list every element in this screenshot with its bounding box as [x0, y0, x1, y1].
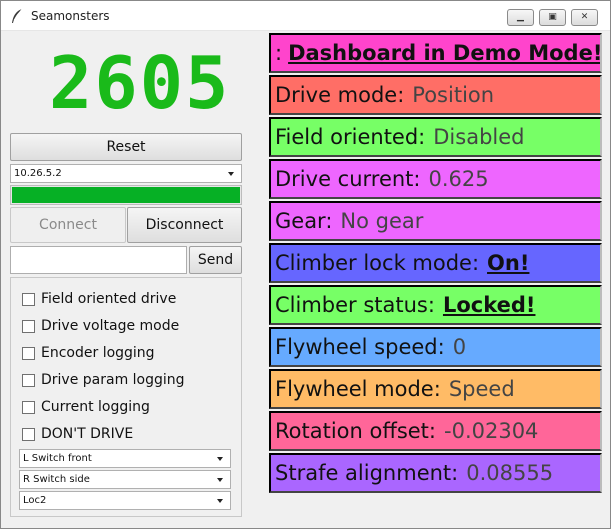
window-title: Seamonsters — [31, 9, 110, 23]
status-row-climber-status: Climber status: Locked! — [269, 285, 602, 325]
status-row-flywheel-mode: Flywheel mode: Speed — [269, 369, 602, 409]
status-label: Drive mode: — [275, 83, 405, 107]
status-value: No gear — [340, 209, 424, 233]
status-row-flywheel-speed: Flywheel speed: 0 — [269, 327, 602, 367]
status-value: -0.02304 — [444, 419, 539, 443]
status-value: Speed — [448, 377, 515, 401]
status-row-field-oriented: Field oriented: Disabled — [269, 117, 602, 157]
status-row-gear: Gear: No gear — [269, 201, 602, 241]
checkbox[interactable] — [22, 320, 35, 333]
option-label: Encoder logging — [41, 345, 155, 361]
status-value: 0.625 — [428, 167, 489, 191]
checkbox[interactable] — [22, 374, 35, 387]
status-label: Field oriented: — [275, 125, 426, 149]
status-value: Position — [412, 83, 495, 107]
checkbox[interactable] — [22, 401, 35, 414]
close-button[interactable]: ✕ — [571, 9, 598, 26]
status-label: : — [275, 41, 283, 65]
status-value: 0 — [452, 335, 467, 359]
ip-address-value: 10.26.5.2 — [14, 168, 62, 179]
option-label: DON'T DRIVE — [41, 426, 134, 442]
send-button[interactable]: Send — [189, 246, 242, 274]
app-window: Seamonsters ▁ ▣ ✕ 2605 Reset 10.26.5.2 C… — [0, 0, 611, 529]
connection-progress-bar — [10, 185, 242, 205]
chevron-down-icon — [217, 457, 223, 461]
status-value: Disabled — [433, 125, 525, 149]
option-label: Drive voltage mode — [41, 318, 180, 334]
status-label: Gear: — [275, 209, 333, 233]
chevron-down-icon — [217, 499, 223, 503]
status-row-rotation-offset: Rotation offset: -0.02304 — [269, 411, 602, 451]
feather-icon — [10, 8, 24, 24]
status-row-drive-mode: Drive mode: Position — [269, 75, 602, 115]
minimize-button[interactable]: ▁ — [507, 9, 534, 26]
send-input[interactable] — [10, 246, 187, 274]
disconnect-button[interactable]: Disconnect — [127, 207, 242, 243]
status-value: Dashboard in Demo Mode! — [288, 41, 602, 65]
switch-side-select[interactable]: R Switch side — [19, 470, 231, 489]
status-label: Strafe alignment: — [275, 461, 459, 485]
close-icon: ✕ — [580, 12, 589, 22]
ip-address-select[interactable]: 10.26.5.2 — [10, 164, 242, 183]
option-label: Drive param logging — [41, 372, 185, 388]
checkbox[interactable] — [22, 293, 35, 306]
status-label: Drive current: — [275, 167, 421, 191]
maximize-icon: ▣ — [548, 12, 557, 22]
status-label: Climber status: — [275, 293, 435, 317]
status-row-strafe-alignment: Strafe alignment: 0.08555 — [269, 453, 602, 493]
status-row-climber-lock-mode: Climber lock mode: On! — [269, 243, 602, 283]
status-label: Flywheel mode: — [275, 377, 441, 401]
status-value: On! — [487, 251, 530, 275]
status-row-drive-current: Drive current: 0.625 — [269, 159, 602, 199]
status-label: Flywheel speed: — [275, 335, 445, 359]
status-label: Climber lock mode: — [275, 251, 480, 275]
progress-fill — [12, 187, 240, 203]
option-label: Field oriented drive — [41, 291, 177, 307]
chevron-down-icon — [228, 172, 234, 176]
select-value: R Switch side — [23, 474, 90, 485]
status-value: 0.08555 — [466, 461, 554, 485]
select-value: L Switch front — [23, 453, 92, 464]
status-value: Locked! — [442, 293, 536, 317]
robot-counter: 2605 — [49, 41, 231, 125]
status-label: Rotation offset: — [275, 419, 436, 443]
checkbox[interactable] — [22, 347, 35, 360]
chevron-down-icon — [217, 478, 223, 482]
maximize-button[interactable]: ▣ — [539, 9, 566, 26]
connect-button[interactable]: Connect — [10, 207, 126, 243]
reset-button[interactable]: Reset — [10, 133, 242, 161]
select-value: Loc2 — [23, 495, 47, 506]
minimize-icon: ▁ — [517, 12, 524, 22]
location-select[interactable]: Loc2 — [19, 491, 231, 510]
checkbox[interactable] — [22, 428, 35, 441]
title-bar: Seamonsters ▁ ▣ ✕ — [1, 1, 610, 31]
switch-front-select[interactable]: L Switch front — [19, 449, 231, 468]
option-label: Current logging — [41, 399, 150, 415]
status-row-demo-mode: : Dashboard in Demo Mode! — [269, 33, 602, 73]
